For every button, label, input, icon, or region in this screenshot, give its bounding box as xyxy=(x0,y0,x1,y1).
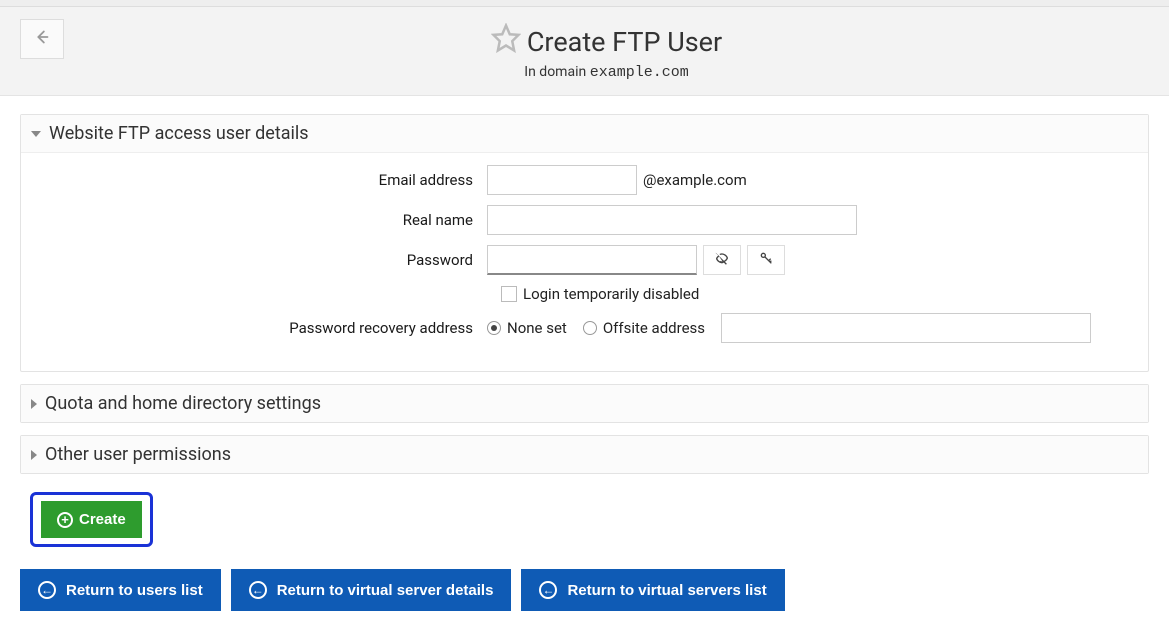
recovery-none-radio[interactable] xyxy=(487,321,501,335)
eye-off-icon xyxy=(714,250,730,270)
recovery-offsite-label: Offsite address xyxy=(603,319,705,337)
recovery-offsite-radio[interactable] xyxy=(583,321,597,335)
recovery-label: Password recovery address xyxy=(37,319,487,337)
arrow-left-circle-icon: ← xyxy=(38,581,56,599)
realname-input[interactable] xyxy=(487,205,857,235)
panel-header-permissions[interactable]: Other user permissions xyxy=(21,436,1148,473)
arrow-left-circle-icon: ← xyxy=(539,581,557,599)
panel-permissions: Other user permissions xyxy=(20,435,1149,474)
page-title-text: Create FTP User xyxy=(527,26,722,58)
return-vservers-button[interactable]: ← Return to virtual servers list xyxy=(521,569,784,611)
realname-label: Real name xyxy=(37,211,487,229)
login-disabled-checkbox[interactable] xyxy=(501,286,517,302)
create-button-label: Create xyxy=(79,511,126,528)
panel-title: Other user permissions xyxy=(45,444,231,465)
panel-title: Quota and home directory settings xyxy=(45,393,321,414)
arrow-left-icon xyxy=(31,26,53,53)
generate-password-button[interactable] xyxy=(747,245,785,275)
password-label: Password xyxy=(37,251,487,269)
create-button-highlight: + Create xyxy=(30,492,153,547)
key-icon xyxy=(758,250,774,270)
chevron-right-icon xyxy=(31,399,37,409)
page-title: Create FTP User xyxy=(491,23,722,60)
panel-ftp-details: Website FTP access user details Email ad… xyxy=(20,114,1149,372)
recovery-offsite-input[interactable] xyxy=(721,313,1091,343)
create-button[interactable]: + Create xyxy=(41,501,142,538)
chevron-right-icon xyxy=(31,450,37,460)
login-disabled-label: Login temporarily disabled xyxy=(523,285,699,303)
domain-name: example.com xyxy=(590,64,689,81)
panel-header-ftp-details[interactable]: Website FTP access user details xyxy=(21,115,1148,153)
button-label: Return to virtual server details xyxy=(277,582,494,599)
top-separator xyxy=(0,0,1169,7)
page-subtitle: In domain example.com xyxy=(64,64,1149,81)
email-input[interactable] xyxy=(487,165,637,195)
panel-title: Website FTP access user details xyxy=(49,123,309,144)
star-icon[interactable] xyxy=(491,23,521,60)
return-vserver-button[interactable]: ← Return to virtual server details xyxy=(231,569,512,611)
button-label: Return to virtual servers list xyxy=(567,582,766,599)
footer-actions: ← Return to users list ← Return to virtu… xyxy=(0,565,1169,627)
recovery-none-label: None set xyxy=(507,319,567,337)
email-label: Email address xyxy=(37,171,487,189)
panel-quota: Quota and home directory settings xyxy=(20,384,1149,423)
email-suffix: @example.com xyxy=(643,171,747,189)
back-button[interactable] xyxy=(20,19,64,59)
page-header: Create FTP User In domain example.com xyxy=(0,7,1169,96)
arrow-left-circle-icon: ← xyxy=(249,581,267,599)
plus-circle-icon: + xyxy=(57,512,73,528)
panel-header-quota[interactable]: Quota and home directory settings xyxy=(21,385,1148,422)
password-input[interactable] xyxy=(487,245,697,275)
button-label: Return to users list xyxy=(66,582,203,599)
toggle-password-visibility-button[interactable] xyxy=(703,245,741,275)
return-users-button[interactable]: ← Return to users list xyxy=(20,569,221,611)
chevron-down-icon xyxy=(31,131,41,137)
